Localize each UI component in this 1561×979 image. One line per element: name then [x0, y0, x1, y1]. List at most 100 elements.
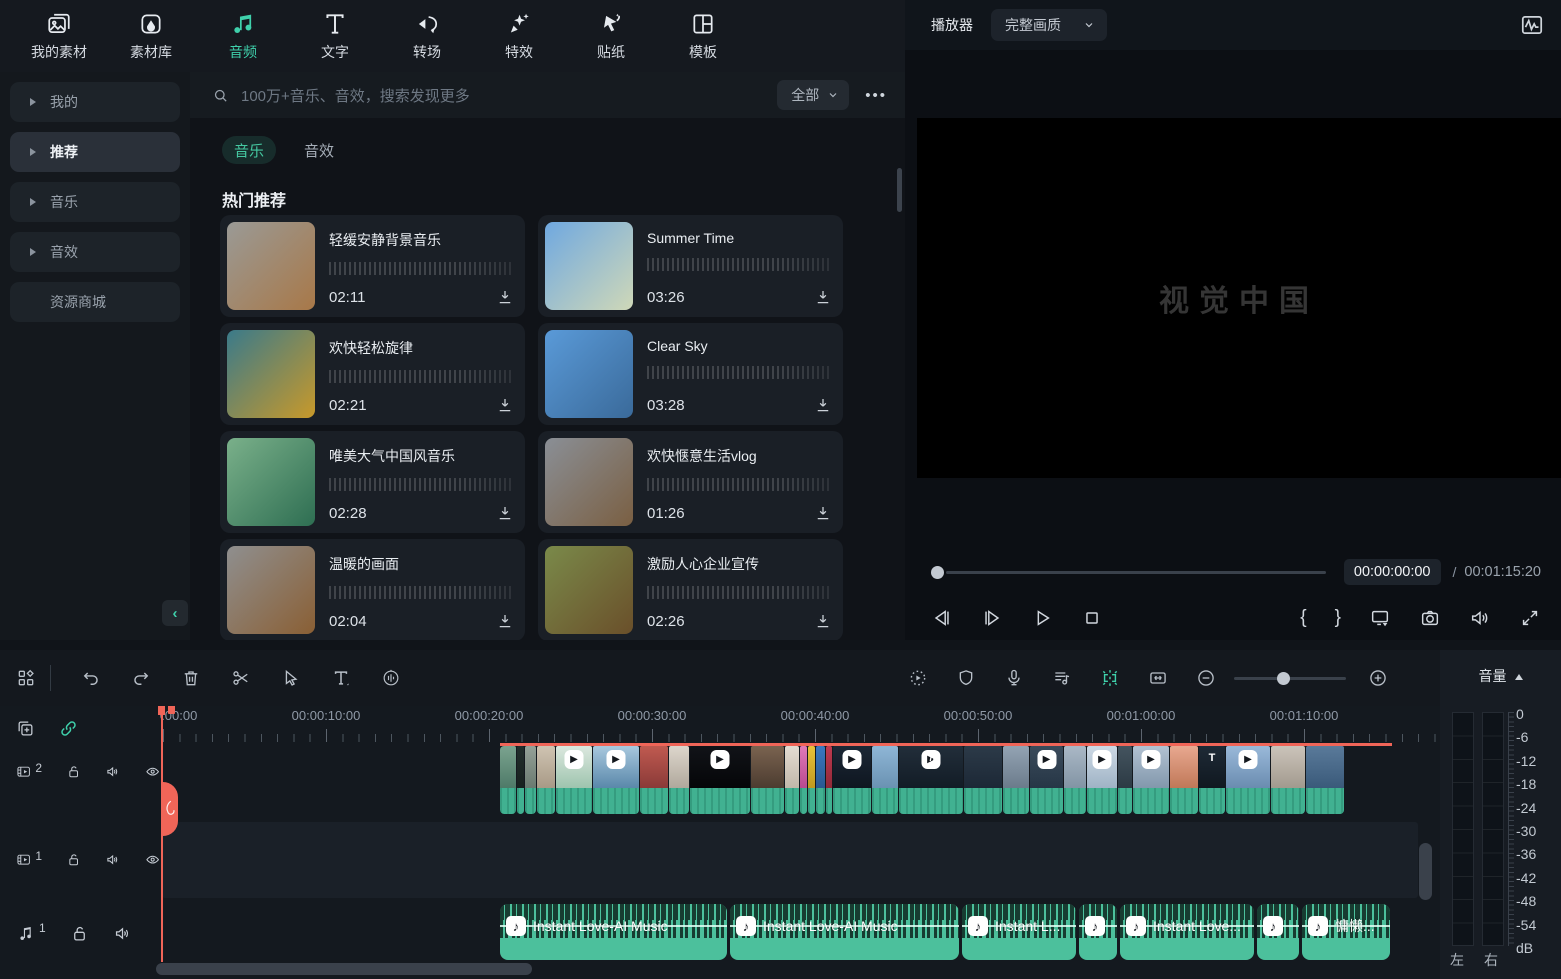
fullscreen-button[interactable]	[1519, 607, 1541, 629]
more-options-button[interactable]: •••	[865, 87, 887, 104]
audio-stretch-button[interactable]	[1052, 668, 1072, 688]
delete-button[interactable]	[181, 668, 201, 688]
mark-in-button[interactable]: {	[1300, 607, 1306, 629]
sidebar-item-音效[interactable]: 音效	[10, 232, 180, 272]
video-clip-segment[interactable]: ▶	[690, 746, 750, 814]
top-tab-library[interactable]: 素材库	[118, 11, 184, 62]
download-icon[interactable]	[496, 504, 514, 522]
timeline-marker[interactable]	[168, 706, 175, 714]
video-clip-segment[interactable]	[537, 746, 555, 814]
render-preview-button[interactable]	[908, 668, 928, 688]
video-clip-segment[interactable]: ▶	[1087, 746, 1117, 814]
music-card[interactable]: Summer Time03:26	[538, 215, 843, 317]
audio-type-tab-音效[interactable]: 音效	[292, 136, 346, 164]
lock-icon[interactable]	[66, 852, 81, 871]
download-icon[interactable]	[814, 504, 832, 522]
top-tab-stickers[interactable]: 贴纸	[578, 11, 644, 62]
audio-clip[interactable]: ♪Instant Love-AI Music	[500, 904, 727, 960]
video-clip-segment[interactable]	[816, 746, 825, 814]
video-clip-segment[interactable]	[640, 746, 668, 814]
stop-button[interactable]	[1081, 607, 1103, 629]
video-clip-segment[interactable]: ▶T/L	[899, 746, 963, 814]
download-icon[interactable]	[814, 396, 832, 414]
top-tab-text[interactable]: 文字	[302, 11, 368, 62]
scrubber-track[interactable]	[946, 571, 1326, 574]
audio-clip[interactable]: ♪慵懒...	[1302, 904, 1390, 960]
display-device-button[interactable]	[1369, 607, 1391, 629]
smart-cut-button[interactable]	[1100, 668, 1120, 688]
video-clip-segment[interactable]	[808, 746, 815, 814]
video-clip-segment[interactable]	[872, 746, 898, 814]
redo-button[interactable]	[131, 668, 151, 688]
audio-clip[interactable]: ♪Instant L...	[962, 904, 1076, 960]
video-clip-segment[interactable]	[1064, 746, 1086, 814]
zoom-in-button[interactable]	[1368, 668, 1388, 688]
horizontal-scrollbar[interactable]	[156, 963, 532, 975]
music-card[interactable]: 轻缓安静背景音乐02:11	[220, 215, 525, 317]
video-clip-segment[interactable]	[1306, 746, 1344, 814]
volume-meter-title[interactable]: 音量	[1440, 666, 1561, 686]
quality-dropdown[interactable]: 完整画质	[991, 9, 1107, 41]
video-clip-segment[interactable]: ▶	[1030, 746, 1063, 814]
audio-clip[interactable]: ♪Instant Love...	[1120, 904, 1254, 960]
top-tab-my-media[interactable]: 我的素材	[26, 11, 92, 62]
performance-monitor-icon[interactable]	[1519, 12, 1545, 38]
safe-area-button[interactable]	[956, 668, 976, 688]
lock-icon[interactable]	[70, 924, 89, 943]
download-icon[interactable]	[814, 288, 832, 306]
video-clip-segment[interactable]	[964, 746, 1002, 814]
fit-timeline-button[interactable]	[1148, 668, 1168, 688]
list-scrollbar[interactable]	[897, 168, 902, 212]
top-tab-templates[interactable]: 模板	[670, 11, 736, 62]
audio-clip[interactable]: ♪Instant Love-AI Music	[730, 904, 959, 960]
video-clip-segment[interactable]: T	[1199, 746, 1225, 814]
video-clip-segment[interactable]	[517, 746, 524, 814]
audio-type-tab-音乐[interactable]: 音乐	[222, 136, 276, 164]
sidebar-item-我的[interactable]: 我的	[10, 82, 180, 122]
top-tab-transition[interactable]: 转场	[394, 11, 460, 62]
sidebar-item-音乐[interactable]: 音乐	[10, 182, 180, 222]
music-card[interactable]: 欢快轻松旋律02:21	[220, 323, 525, 425]
volume-button[interactable]	[1469, 607, 1491, 629]
audio-sync-button[interactable]	[381, 668, 401, 688]
snapshot-button[interactable]	[1419, 607, 1441, 629]
download-icon[interactable]	[814, 612, 832, 630]
video-clip-segment[interactable]	[1271, 746, 1305, 814]
music-card[interactable]: 唯美大气中国风音乐02:28	[220, 431, 525, 533]
speaker-icon[interactable]	[105, 764, 120, 783]
media-management-button[interactable]	[16, 668, 36, 688]
video-clip-segment[interactable]	[1118, 746, 1132, 814]
video-clip-segment[interactable]	[785, 746, 799, 814]
video-clip-segment[interactable]	[1003, 746, 1029, 814]
sidebar-item-资源商城[interactable]: 资源商城	[10, 282, 180, 322]
quick-text-button[interactable]	[331, 668, 351, 688]
video-clip-segment[interactable]: ▶	[1133, 746, 1169, 814]
zoom-slider[interactable]	[1234, 677, 1346, 680]
video-clip-segment[interactable]	[669, 746, 689, 814]
zoom-out-button[interactable]	[1196, 668, 1216, 688]
link-clips-icon[interactable]	[59, 719, 78, 738]
audio-clip[interactable]: ♪	[1257, 904, 1299, 960]
filter-dropdown[interactable]: 全部	[777, 80, 849, 110]
add-track-icon[interactable]	[16, 719, 35, 738]
play-button[interactable]	[1031, 607, 1053, 629]
video-clip-segment[interactable]: ▶	[833, 746, 871, 814]
split-button[interactable]	[231, 668, 251, 688]
video-clip-segment[interactable]	[500, 746, 516, 814]
scrubber-handle[interactable]	[931, 566, 944, 579]
video-clip-segment[interactable]: ▶	[556, 746, 592, 814]
music-card[interactable]: 温暖的画面02:04	[220, 539, 525, 640]
music-card[interactable]: 激励人心企业宣传02:26	[538, 539, 843, 640]
video-clip-segment[interactable]	[525, 746, 536, 814]
eye-icon[interactable]	[145, 764, 160, 783]
select-tool-button[interactable]	[281, 668, 301, 688]
playhead-handle[interactable]	[163, 782, 178, 836]
download-icon[interactable]	[496, 396, 514, 414]
next-frame-button[interactable]	[981, 607, 1003, 629]
zoom-slider-knob[interactable]	[1277, 672, 1290, 685]
time-ruler[interactable]: 00:00:00:0000:00:10:0000:00:20:0000:00:3…	[160, 706, 1440, 744]
mark-out-button[interactable]: }	[1335, 607, 1341, 629]
undo-button[interactable]	[81, 668, 101, 688]
download-icon[interactable]	[496, 612, 514, 630]
video-clip-segment[interactable]	[1170, 746, 1198, 814]
